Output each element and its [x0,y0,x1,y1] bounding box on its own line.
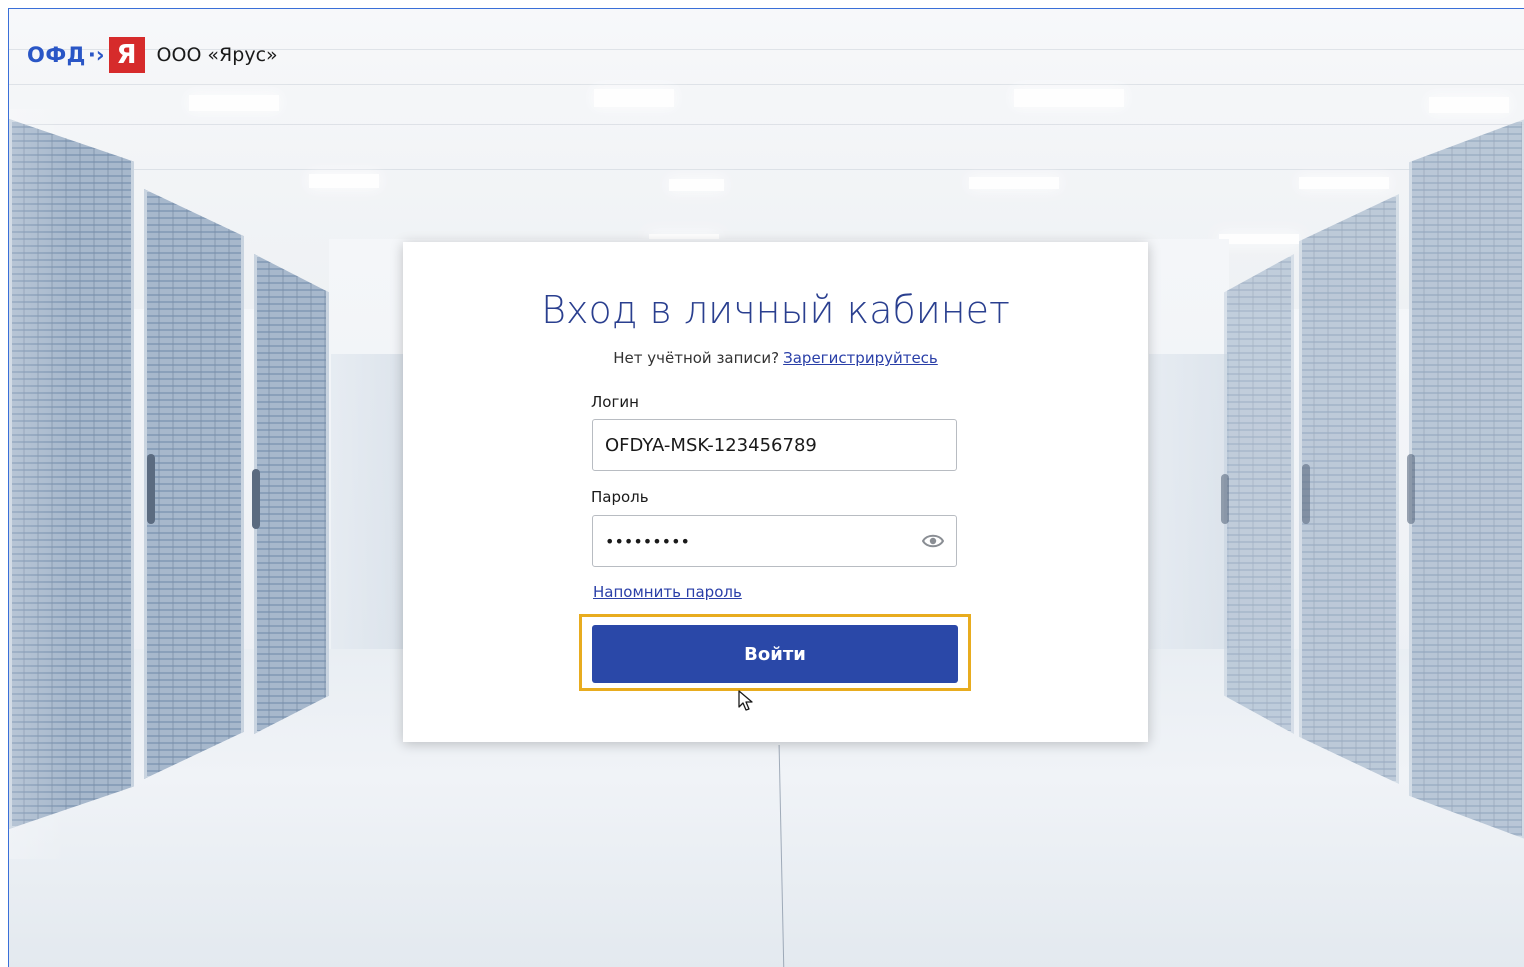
server-rack [144,189,244,779]
rack-handle [1221,474,1229,524]
company-name: ООО «Ярус» [156,44,278,66]
server-rack [1409,119,1524,839]
login-input-value: OFDYA-MSK-123456789 [605,434,817,456]
register-prompt: Нет учётной записи? Зарегистрируйтесь [403,349,1148,367]
server-rack [1224,254,1294,734]
rack-handle [1407,454,1415,524]
password-label: Пароль [591,488,649,506]
mouse-pointer-icon [738,690,753,711]
logo-text[interactable]: ОФД [27,43,86,67]
login-button[interactable]: Войти [592,625,958,683]
server-rack [254,254,329,734]
login-card: Вход в личный кабинет Нет учётной записи… [403,242,1148,742]
login-input[interactable]: OFDYA-MSK-123456789 [592,419,957,471]
password-input-value: ••••••••• [605,531,690,551]
background-far-rack [331,354,403,654]
login-label: Логин [591,393,639,411]
rack-handle [252,469,260,529]
page-title: Вход в личный кабинет [541,288,1010,332]
no-account-text: Нет учётной записи? [613,349,780,367]
logo-arrow-icon: ·› [87,43,105,67]
background-far-rack [1149,354,1229,654]
password-input[interactable]: ••••••••• [592,515,957,567]
server-rack [1299,194,1399,784]
remind-password-link[interactable]: Напомнить пароль [593,583,742,601]
rack-handle [1302,464,1310,524]
logo-letter[interactable]: Я [108,37,145,73]
site-header: ОФД ·› Я ООО «Ярус» [27,35,278,75]
app-frame: ОФД ·› Я ООО «Ярус» Вход в личный кабине… [8,8,1524,967]
eye-icon[interactable] [922,532,944,550]
register-link[interactable]: Зарегистрируйтесь [783,349,938,367]
rack-handle [147,454,155,524]
